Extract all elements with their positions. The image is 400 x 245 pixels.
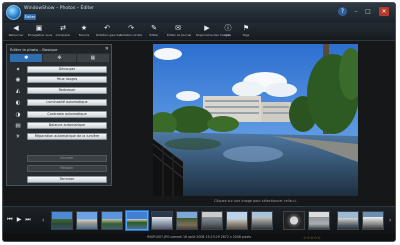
toolbar-back-button[interactable]: ◀ Retourner xyxy=(5,24,27,40)
eye-icon: ◉ xyxy=(15,77,21,83)
app-window: WindowShow – Photos – Éditer Éditer ? – … xyxy=(2,2,396,242)
tool-row-auto-balance: ▤ Balance automatique xyxy=(15,122,109,130)
auto-light-repair-button[interactable]: Réparation automatique de la lumière xyxy=(27,133,107,140)
toolbar-tags-button[interactable]: ⚑ Tags xyxy=(235,24,257,40)
thumbnail[interactable] xyxy=(151,211,173,230)
tab-basic[interactable]: ✱ xyxy=(10,54,43,62)
thumbnail[interactable] xyxy=(308,211,330,230)
minimize-button[interactable]: – xyxy=(351,7,361,16)
auto-contrast-button[interactable]: Contraste automatique xyxy=(27,111,107,118)
toolbar-save-as-button[interactable]: ▣ Enregistrer sous xyxy=(28,24,52,40)
window-title: WindowShow – Photos – Éditer xyxy=(24,6,95,11)
panel-title: Éditer la photo – Basique xyxy=(7,45,111,53)
play-icon[interactable]: ▶ xyxy=(15,215,23,225)
thumbnail[interactable] xyxy=(201,211,223,230)
tool-row-crop: ✦ Découper xyxy=(15,66,109,74)
previous-icon[interactable]: ⏮ xyxy=(6,215,14,225)
back-arrow-icon: ◀ xyxy=(13,24,19,32)
auto-brightness-button[interactable]: Luminosité automatique xyxy=(27,99,107,106)
toolbar-compare-button[interactable]: ⇄ Comparer xyxy=(52,24,74,40)
tool-row-red-eye: ◉ Yeux rouges xyxy=(15,76,109,84)
tool-row-straighten: ◭ Redresser xyxy=(15,87,109,95)
title-bar: WindowShow – Photos – Éditer Éditer ? – … xyxy=(3,3,395,23)
close-button[interactable]: ✕ xyxy=(379,7,389,16)
thumbnail[interactable] xyxy=(51,211,73,230)
balance-icon: ▤ xyxy=(15,123,21,129)
edit-panel: Éditer la photo – Basique ✕ ✱ ✥ ▦ ✦ Déco… xyxy=(6,44,112,186)
tab-adjust[interactable]: ✥ xyxy=(43,54,76,62)
filmstrip: ⏮ ▶ ⏭ ‹ › xyxy=(3,206,395,234)
photo-info: IMGP1007.JPG samedi 16 août 2008 15:23:2… xyxy=(146,235,252,239)
auto-balance-button[interactable]: Balance automatique xyxy=(27,122,107,129)
toolbar-edit-journal-button[interactable]: ✉ Éditer et Journal xyxy=(167,24,191,40)
toolbar-edit-button[interactable]: ✎ Éditer xyxy=(143,24,165,40)
thumbnail[interactable] xyxy=(251,211,273,230)
toolbar-rotate-left-button[interactable]: ↶ Rotation gauche xyxy=(96,24,121,40)
thumbnail[interactable] xyxy=(362,211,384,230)
save-icon: ▣ xyxy=(35,24,43,32)
toolbar-favorites-button[interactable]: ★ Favoris xyxy=(73,24,95,40)
thumbnail[interactable] xyxy=(226,211,248,230)
panel-tabs: ✱ ✥ ▦ xyxy=(10,54,109,62)
redo-button[interactable]: Rétablir xyxy=(27,165,107,172)
red-eye-button[interactable]: Yeux rouges xyxy=(27,76,107,83)
rotate-right-icon: ↷ xyxy=(128,24,134,32)
brightness-icon: ◐ xyxy=(15,100,21,106)
panel-close-icon[interactable]: ✕ xyxy=(105,46,109,52)
finish-button[interactable]: Terminer xyxy=(27,176,107,183)
undo-button[interactable]: Annuler xyxy=(27,155,107,162)
straighten-button[interactable]: Redresser xyxy=(27,87,107,94)
toolbar: ◀ Retourner ▣ Enregistrer sous ⇄ Compare… xyxy=(3,23,395,41)
light-icon: ☀ xyxy=(15,134,21,140)
slideshow-icon: ▶ xyxy=(204,24,210,32)
straighten-icon: ◭ xyxy=(15,88,21,94)
tab-effects[interactable]: ▦ xyxy=(76,54,109,62)
contrast-icon: ◑ xyxy=(15,112,21,118)
tag-icon: ⚑ xyxy=(242,24,250,32)
status-bar: IMGP1007.JPG samedi 16 août 2008 15:23:2… xyxy=(3,234,395,241)
photo-hint: Cliquez sur une image pour sélectionner … xyxy=(214,199,297,203)
thumbnail[interactable] xyxy=(76,211,98,230)
toolbar-slideshow-button[interactable]: ▶ Diaporama des images xyxy=(196,24,231,40)
filmstrip-scroll-right-icon[interactable]: › xyxy=(389,216,395,226)
crop-button[interactable]: Découper xyxy=(27,66,107,73)
edit-icon: ✎ xyxy=(151,24,157,32)
thumbnail[interactable] xyxy=(176,211,198,230)
edit-mode-tab[interactable]: Éditer xyxy=(24,14,36,20)
thumbnail[interactable] xyxy=(101,211,123,230)
photo-image xyxy=(153,44,358,196)
next-icon[interactable]: ⏭ xyxy=(24,215,32,225)
tool-row-auto-contrast: ◑ Contraste automatique xyxy=(15,111,109,119)
thumbnail-selected[interactable] xyxy=(126,211,148,230)
maximize-button[interactable]: □ xyxy=(363,7,373,16)
mail-icon: ✉ xyxy=(175,24,181,32)
tool-row-light-repair: ☀ Réparation automatique de la lumière xyxy=(15,133,109,141)
toolbar-rotate-right-button[interactable]: ↷ Rotation droite xyxy=(120,24,142,40)
thumbnail[interactable] xyxy=(337,211,359,230)
main-photo[interactable] xyxy=(153,44,358,196)
filmstrip-scroll-left-icon[interactable]: ‹ xyxy=(42,216,48,226)
rotate-left-icon: ↶ xyxy=(104,24,110,32)
app-logo-icon[interactable] xyxy=(6,5,21,20)
tool-row-auto-brightness: ◐ Luminosité automatique xyxy=(15,99,109,107)
compare-icon: ⇄ xyxy=(60,24,66,32)
thumbnail[interactable] xyxy=(283,211,305,230)
rating-stars[interactable]: ☆☆☆☆☆ xyxy=(303,235,321,240)
help-icon[interactable]: ? xyxy=(338,7,347,16)
star-icon: ★ xyxy=(80,24,88,32)
sparkle-icon: ✦ xyxy=(15,67,21,73)
